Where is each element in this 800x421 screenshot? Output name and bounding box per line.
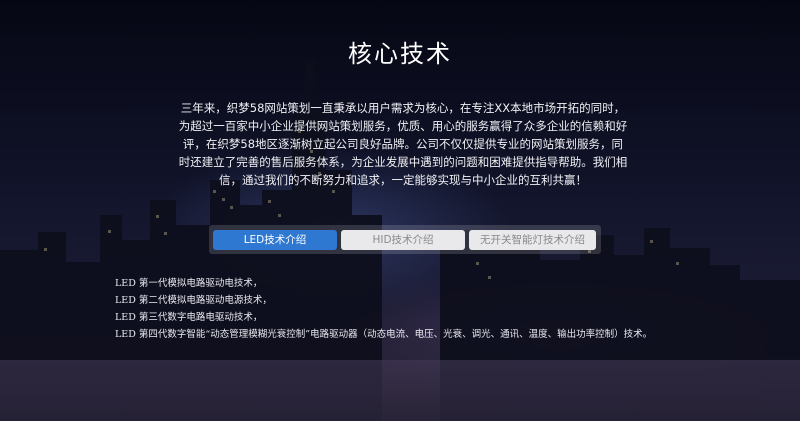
harbor-water bbox=[0, 360, 800, 421]
list-item: LED 第二代模拟电路驱动电源技术， bbox=[115, 295, 272, 306]
led-tech-list: LED 第一代模拟电路驱动电技术， LED 第二代模拟电路驱动电源技术， LED… bbox=[115, 275, 652, 343]
tab-led-tech[interactable]: LED技术介绍 bbox=[213, 230, 337, 250]
list-item: LED 第三代数字电路电驱动技术， bbox=[115, 312, 263, 323]
intro-paragraph: 三年来，织梦58网站策划一直秉承以用户需求为核心，在专注XX本地市场开拓的同时，… bbox=[178, 101, 628, 187]
tech-tabs: LED技术介绍 HID技术介绍 无开关智能灯技术介绍 bbox=[209, 225, 601, 254]
tab-switchless-smart-light-tech[interactable]: 无开关智能灯技术介绍 bbox=[469, 230, 596, 250]
list-item: LED 第一代模拟电路驱动电技术， bbox=[115, 278, 263, 289]
page-title: 核心技术 bbox=[348, 40, 452, 68]
tab-hid-tech[interactable]: HID技术介绍 bbox=[341, 230, 465, 250]
list-item: LED 第四代数字智能“动态管理模糊光衰控制”电路驱动器（动态电流、电压、光衰、… bbox=[115, 329, 653, 340]
